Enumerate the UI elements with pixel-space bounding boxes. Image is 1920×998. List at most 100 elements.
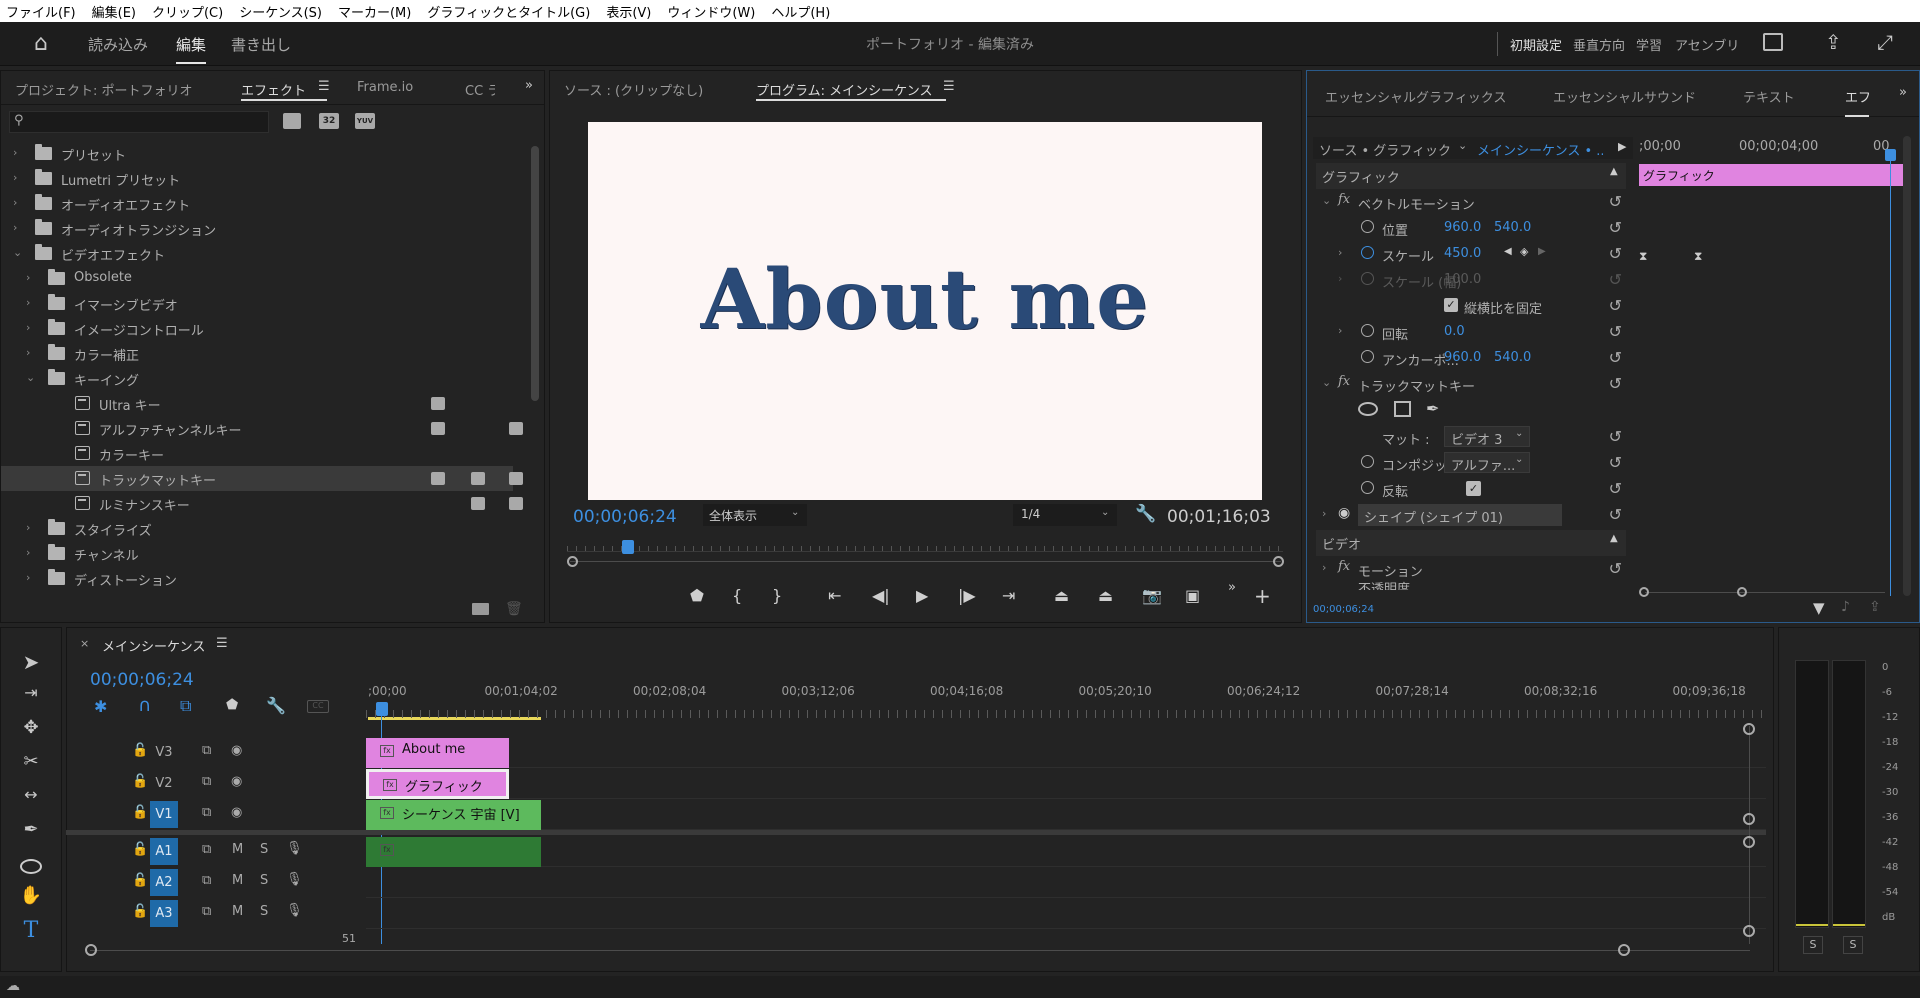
yuv-effects-icon[interactable]: YUV	[355, 113, 375, 129]
add-marker-icon[interactable]: ⬟	[226, 697, 238, 713]
microphone-icon[interactable]: 🎙	[286, 903, 303, 918]
keyframe-icon[interactable]: ⧗	[1694, 249, 1702, 264]
tab-import[interactable]: 読み込み	[88, 34, 148, 55]
reset-icon[interactable]: ↺	[1609, 453, 1622, 472]
ec-zoom-handle[interactable]	[1639, 587, 1649, 597]
effect-item[interactable]: カラーキー	[1, 441, 513, 466]
tab-program[interactable]: プログラム: メインシーケンス	[756, 80, 932, 99]
timeline-menu-icon[interactable]: ☰	[216, 636, 228, 651]
panel-menu-icon[interactable]	[1763, 33, 1783, 51]
reset-icon[interactable]: ↺	[1609, 322, 1622, 341]
mute-button[interactable]: M	[232, 904, 243, 919]
delete-icon[interactable]: 🗑	[505, 601, 523, 617]
timeline-vscroll[interactable]	[1749, 726, 1750, 944]
effects-search-input[interactable]	[32, 114, 262, 130]
chevron-right-icon[interactable]: ›	[26, 571, 30, 584]
workspace-learning[interactable]: 学習	[1636, 35, 1662, 54]
eye-icon[interactable]: ◉	[1338, 505, 1350, 521]
solo-left-button[interactable]: S	[1803, 936, 1823, 954]
effects-scrollbar[interactable]	[531, 146, 539, 401]
track-name[interactable]: A1	[150, 838, 178, 865]
comparison-view-icon[interactable]: ▣	[1185, 586, 1200, 605]
workspace-vertical[interactable]: 垂直方向	[1573, 35, 1625, 54]
nest-icon[interactable]: ✱	[94, 697, 107, 716]
reset-icon[interactable]: ↺	[1609, 296, 1622, 315]
chevron-right-icon[interactable]: ›	[26, 346, 30, 359]
ec-playhead[interactable]	[1885, 149, 1896, 161]
audio-icon[interactable]: ♪	[1841, 599, 1850, 615]
mark-out-icon[interactable]: }	[772, 586, 782, 605]
tab-text[interactable]: テキスト	[1743, 87, 1795, 106]
timeline-zoom-bar[interactable]	[90, 950, 1750, 951]
type-tool-icon[interactable]: T	[18, 918, 44, 944]
effects-folder[interactable]: › ディストーション	[1, 566, 513, 591]
play-icon[interactable]: ▶	[916, 586, 928, 605]
program-frame[interactable]: About me	[588, 122, 1262, 500]
zoom-handle-left[interactable]	[567, 556, 578, 567]
prev-keyframe-icon[interactable]: ◀	[1504, 246, 1512, 257]
reset-icon[interactable]: ↺	[1609, 374, 1622, 393]
stopwatch-icon[interactable]	[1361, 455, 1374, 468]
slip-tool-icon[interactable]: ↔	[18, 785, 44, 811]
effect-item[interactable]: Ultra キー	[1, 391, 513, 416]
chevron-down-icon[interactable]: ⌄	[26, 371, 35, 384]
captions-icon[interactable]: CC	[307, 700, 329, 713]
extract-icon[interactable]: ⏏	[1098, 586, 1113, 605]
effects-folder[interactable]: › Lumetri プリセット	[1, 166, 513, 191]
anchor-x-value[interactable]: 960.0	[1444, 350, 1481, 365]
effects-menu-icon[interactable]: ☰	[318, 79, 330, 94]
ripple-edit-tool-icon[interactable]: ✥	[18, 717, 44, 743]
menu-item[interactable]: クリップ(C)	[152, 2, 223, 21]
microphone-icon[interactable]: 🎙	[286, 872, 303, 887]
timeline-zoom-handle[interactable]	[85, 944, 97, 956]
button-editor-icon[interactable]: +	[1254, 584, 1271, 608]
selection-tool-icon[interactable]: ➤	[18, 650, 44, 676]
mute-button[interactable]: M	[232, 842, 243, 857]
anchor-y-value[interactable]: 540.0	[1494, 350, 1531, 365]
fx-icon[interactable]: fx	[1338, 192, 1350, 207]
lock-icon[interactable]: 🔓	[132, 904, 148, 919]
eye-icon[interactable]: ◉	[231, 743, 242, 758]
expand-chevron-icon[interactable]: ⌄	[1322, 194, 1331, 207]
expand-chevron-icon[interactable]: ›	[1338, 246, 1342, 259]
ec-zoom-handle[interactable]	[1737, 587, 1747, 597]
mute-button[interactable]: M	[232, 873, 243, 888]
reset-icon[interactable]: ↺	[1609, 505, 1622, 524]
chevron-right-icon[interactable]: ›	[13, 196, 17, 209]
fx-icon[interactable]: fx	[1338, 559, 1350, 574]
timeline-tab[interactable]: メインシーケンス	[102, 636, 205, 655]
reset-icon[interactable]: ↺	[1609, 244, 1622, 263]
monitor-playhead[interactable]	[622, 540, 634, 554]
position-y-value[interactable]: 540.0	[1494, 220, 1531, 235]
chevron-right-icon[interactable]: ›	[26, 271, 30, 284]
lock-icon[interactable]: 🔓	[132, 842, 148, 857]
effects-folder[interactable]: › スタイライズ	[1, 516, 513, 541]
tab-effects[interactable]: エフェクト	[241, 80, 306, 99]
track-name[interactable]: V3	[150, 739, 178, 766]
effects-folder[interactable]: › チャンネル	[1, 541, 513, 566]
mark-in-icon[interactable]: {	[732, 586, 742, 605]
timeline-timecode[interactable]: 00;00;06;24	[90, 670, 194, 690]
ec-scrollbar[interactable]	[1903, 136, 1911, 596]
timeline-clip[interactable]: fx グラフィック	[366, 769, 509, 799]
tab-cc-libraries[interactable]: CC ライ	[465, 80, 495, 99]
timeline-clip[interactable]: fx	[366, 837, 541, 867]
more-tabs-icon[interactable]: »	[1899, 85, 1907, 100]
keyframe-icon[interactable]: ⧗	[1639, 249, 1647, 264]
vscroll-handle[interactable]	[1743, 925, 1755, 937]
microphone-icon[interactable]: 🎙	[286, 841, 303, 856]
stopwatch-active-icon[interactable]	[1361, 246, 1374, 259]
effects-folder[interactable]: › カラー補正	[1, 341, 513, 366]
sync-lock-icon[interactable]: ⧉	[202, 805, 211, 820]
fullscreen-icon[interactable]: ⤢	[1877, 30, 1893, 54]
chevron-right-icon[interactable]: ›	[26, 321, 30, 334]
sync-lock-icon[interactable]: ⧉	[202, 842, 211, 857]
matte-select[interactable]: ビデオ 3 ⌄	[1444, 426, 1530, 448]
eye-icon[interactable]: ◉	[231, 774, 242, 789]
home-icon[interactable]: ⌂	[34, 31, 48, 56]
effects-folder[interactable]: ⌄ キーイング	[1, 366, 513, 391]
effects-folder[interactable]: › オーディオエフェクト	[1, 191, 513, 216]
timeline-clip[interactable]: fx About me	[366, 738, 509, 768]
reset-icon[interactable]: ↺	[1609, 218, 1622, 237]
uniform-scale-checkbox[interactable]: ✓	[1444, 298, 1458, 312]
